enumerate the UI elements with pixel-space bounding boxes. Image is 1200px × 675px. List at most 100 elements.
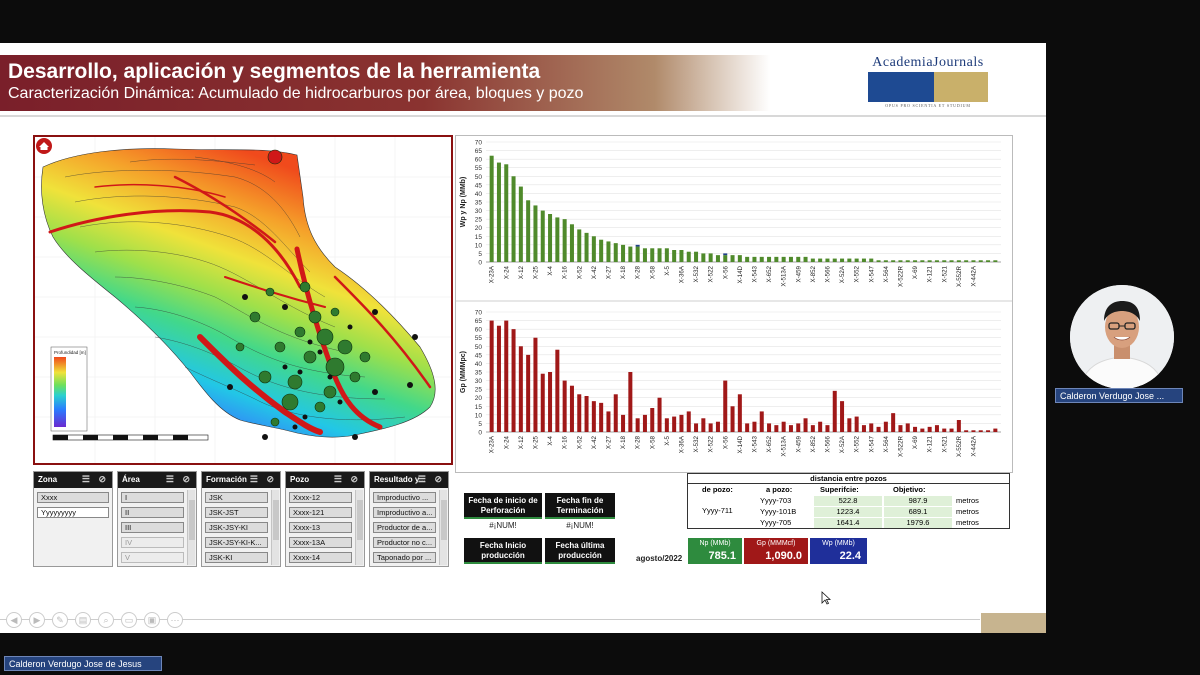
filter-pozo-item[interactable]: Xxxx-121 [289,507,352,518]
filter-formacion-label: Formación [206,475,247,484]
slides-icon[interactable]: ▤ [75,612,91,628]
pen-icon[interactable]: ✎ [52,612,68,628]
filter-zona-item[interactable]: Xxxx [37,492,109,503]
filter-scrollbar[interactable] [271,490,279,565]
filter-clear-icon[interactable]: ☰ ⊘ [250,474,277,485]
y-axis-label: Gp (MMMpc) [460,351,467,393]
x-tick-label: X-24 [503,435,510,449]
bar [635,246,640,262]
filter-formacion[interactable]: Formación ☰ ⊘ JSK JSK-JST JSK-JSY-KI JSK-… [201,471,281,567]
x-tick-label: X-4 [547,265,554,275]
x-tick-label: X-23A [489,265,496,283]
x-tick-label: X-36A [678,265,685,283]
bar [548,372,553,432]
filter-formacion-item[interactable]: JSK-JST [205,507,268,518]
kpi-gp-label: Gp (MMMcf) [756,540,796,547]
speaker-video[interactable] [1070,285,1174,389]
filter-resultado-item[interactable]: Improductivo a... [373,507,436,518]
y-tick-label: 25 [475,217,483,224]
bar [518,186,523,262]
filter-zona-item[interactable]: Yyyyyyyyy [37,507,109,518]
filter-pozo-item[interactable]: Xxxx-13A [289,537,352,548]
bar [489,155,494,262]
y-tick-label: 65 [475,318,483,325]
filter-area[interactable]: Área ☰ ⊘ I II III IV V [117,471,197,567]
bar [591,236,596,262]
filter-zona-label: Zona [38,475,58,484]
bar [942,428,947,432]
camera-icon[interactable]: ▣ [144,612,160,628]
filter-clear-icon[interactable]: ☰ ⊘ [334,474,361,485]
filter-formacion-item[interactable]: JSK-JSY-KI [205,522,268,533]
filter-clear-icon[interactable]: ☰ ⊘ [166,474,193,485]
filter-area-item[interactable]: IV [121,537,184,548]
filter-scrollbar[interactable] [439,490,447,565]
x-tick-label: X-121 [927,265,934,282]
filter-pozo[interactable]: Pozo ☰ ⊘ Xxxx-12 Xxxx-121 Xxxx-13 Xxxx-13… [285,471,365,567]
bar [562,380,567,432]
kpi-gp-value: 1,090.0 [765,550,802,562]
filter-pozo-item[interactable]: Xxxx-14 [289,552,352,563]
subtitles-icon[interactable]: ▭ [121,612,137,628]
bar [635,418,640,432]
fecha-fin-terminacion-box: Fecha fin de Terminación [545,493,615,519]
y-tick-label: 15 [475,404,483,411]
bar [978,260,983,262]
filter-pozo-item[interactable]: Xxxx-12 [289,492,352,503]
slide-toolbar: ◀ ▶ ✎ ▤ ⌕ ▭ ▣ ⋯ [6,610,190,628]
filter-formacion-item[interactable]: JSK [205,492,268,503]
filter-clear-icon[interactable]: ☰ ⊘ [82,474,109,485]
bar [905,260,910,262]
bar [803,418,808,432]
filter-area-item[interactable]: I [121,492,184,503]
bar [810,258,815,262]
bar [664,418,669,432]
x-tick-label: X-543 [751,435,758,452]
y-tick-label: 50 [475,174,483,181]
bar [774,256,779,262]
bar [825,425,830,432]
filter-pozo-item[interactable]: Xxxx-13 [289,522,352,533]
more-icon[interactable]: ⋯ [167,612,183,628]
bar [715,255,720,262]
kpi-wp: Wp (MMb) 22.4 [810,538,867,564]
prev-icon[interactable]: ◀ [6,612,22,628]
bar [723,255,728,262]
bar [672,250,677,262]
x-tick-label: X-552R [956,435,963,457]
bar [971,430,976,432]
filter-formacion-item[interactable]: JSK-JSY-KI-K... [205,537,268,548]
bar [781,256,786,262]
bar [694,251,699,262]
filter-area-item[interactable]: V [121,552,184,563]
bar [504,164,509,262]
x-tick-label: X-652 [766,435,773,452]
bar [518,346,523,432]
filter-resultado-item[interactable]: Productor no c... [373,537,436,548]
filter-resultado[interactable]: Resultado y... ☰ ⊘ Improductivo ... Impro… [369,471,449,567]
filter-resultado-item[interactable]: Productor de a... [373,522,436,533]
x-tick-label: X-56 [722,435,729,449]
x-tick-label: X-69 [912,435,919,449]
bar [978,430,983,432]
bar [745,256,750,262]
filter-scrollbar[interactable] [355,490,363,565]
distance-table: distancia entre pozos de pozo: a pozo: S… [687,473,1010,529]
bar [818,258,823,262]
next-icon[interactable]: ▶ [29,612,45,628]
bar [869,423,874,432]
x-tick-label: X-14D [737,435,744,453]
filter-area-item[interactable]: II [121,507,184,518]
bar [584,396,589,432]
filter-formacion-item[interactable]: JSK-KI [205,552,268,563]
filter-resultado-item[interactable]: Taponado por ... [373,552,436,563]
x-tick-label: X-552 [854,435,861,452]
filter-resultado-item[interactable]: Improductivo ... [373,492,436,503]
filter-area-item[interactable]: III [121,522,184,533]
filter-scrollbar[interactable] [187,490,195,565]
x-tick-label: X-547 [868,435,875,452]
filter-zona[interactable]: Zona ☰ ⊘ Xxxx Yyyyyyyyy [33,471,113,567]
depth-map[interactable]: Profundidad [m] [33,135,453,465]
filter-clear-icon[interactable]: ☰ ⊘ [418,474,445,485]
zoom-icon[interactable]: ⌕ [98,612,114,628]
